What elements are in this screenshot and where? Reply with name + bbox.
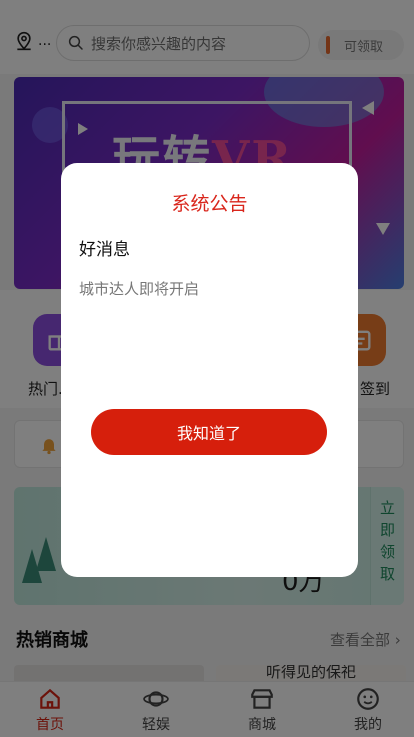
dialog-heading: 好消息 [79, 240, 130, 260]
announcement-dialog: 系统公告 好消息 城市达人即将开启 我知道了 [61, 163, 358, 577]
dialog-title: 系统公告 [171, 193, 248, 215]
acknowledge-button[interactable]: 我知道了 [91, 409, 327, 455]
dialog-body-text: 城市达人即将开启 [79, 280, 200, 298]
